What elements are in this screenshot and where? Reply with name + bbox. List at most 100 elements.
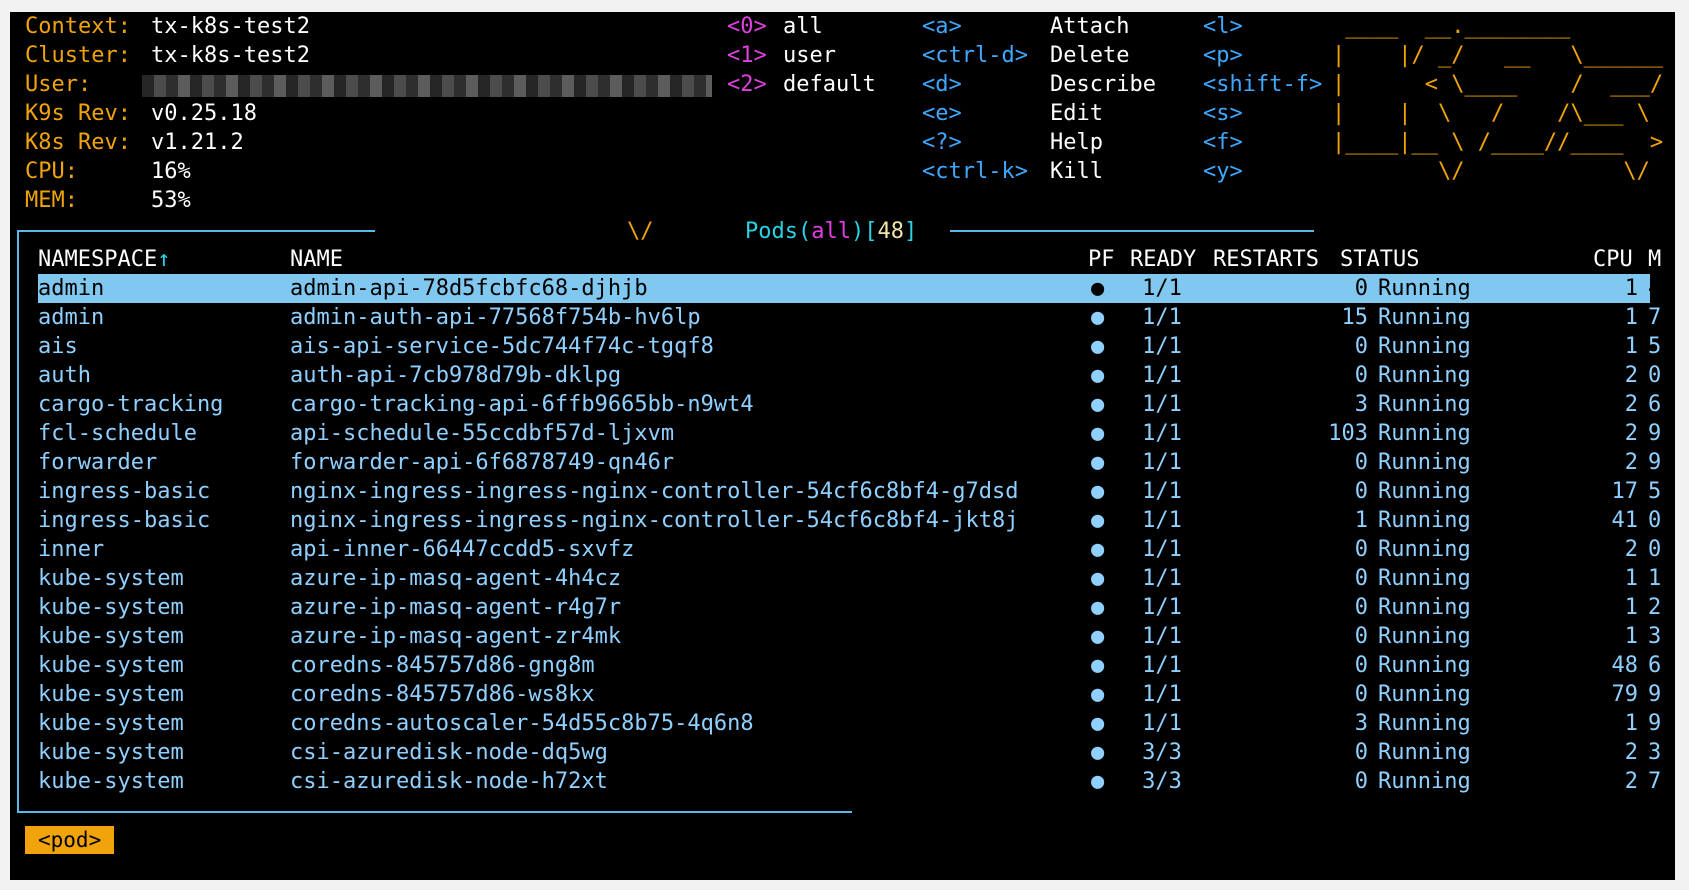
- pod-port-forward-indicator: ●: [1091, 711, 1105, 736]
- mem-label: MEM:: [25, 188, 78, 213]
- table-row[interactable]: fcl-schedule api-schedule-55ccdbf57d-ljxv…: [38, 419, 1661, 448]
- shortcut-key-edit[interactable]: <e>: [922, 99, 962, 128]
- column-ready[interactable]: READY: [1130, 245, 1196, 274]
- ns-key-1[interactable]: <1>: [727, 41, 767, 70]
- pod-status: Running: [1378, 305, 1471, 330]
- column-namespace[interactable]: NAMESPACE↑: [38, 245, 170, 274]
- table-row[interactable]: kube-system azure-ip-masq-agent-r4g7r ● 1/1…: [38, 593, 1661, 622]
- pod-ready: 1/1: [1142, 363, 1182, 388]
- pod-cpu: 2: [1624, 392, 1638, 417]
- pod-restarts: 103: [1328, 421, 1368, 446]
- table-row[interactable]: inner api-inner-66447ccdd5-sxvfz ● 1/1 0 Runn…: [38, 535, 1661, 564]
- mem-value: 53%: [151, 188, 191, 213]
- shortcut-label-kill[interactable]: Kill: [1050, 157, 1103, 186]
- pod-namespace: admin: [38, 276, 105, 301]
- pod-status: Running: [1378, 740, 1471, 765]
- shortcut-key-help[interactable]: <?>: [922, 128, 962, 157]
- table-row[interactable]: kube-system csi-azuredisk-node-h72xt ● 3/3 0…: [38, 767, 1661, 796]
- table-row[interactable]: admin admin-auth-api-77568f754b-hv6lp ● 1/1…: [38, 303, 1661, 332]
- pod-restarts: 0: [1354, 537, 1368, 562]
- ns-label-user[interactable]: user: [783, 41, 836, 70]
- frame-bottom: [17, 811, 852, 813]
- shortcut-label-edit[interactable]: Edit: [1050, 99, 1103, 128]
- window-frame-top: [0, 0, 1689, 12]
- pod-name: azure-ip-masq-agent-r4g7r: [290, 595, 622, 620]
- pod-status: Running: [1378, 682, 1471, 707]
- pod-ready: 1/1: [1142, 334, 1182, 359]
- pod-restarts: 3: [1354, 392, 1368, 417]
- pod-cpu: 2: [1624, 769, 1638, 794]
- view-title: Pods(all)[48]: [745, 217, 917, 246]
- pod-cpu: 1: [1624, 595, 1638, 620]
- table-row[interactable]: kube-system coredns-845757d86-gng8m ● 1/1 0 R…: [38, 651, 1661, 680]
- ns-key-2[interactable]: <2>: [727, 70, 767, 99]
- shortcut-label-describe[interactable]: Describe: [1050, 70, 1156, 99]
- shortcut-key-delete[interactable]: <ctrl-d>: [922, 41, 1028, 70]
- window-frame-bottom: [0, 880, 1689, 890]
- table-row[interactable]: kube-system azure-ip-masq-agent-zr4mk ● 1/1…: [38, 622, 1661, 651]
- shortcut-label-help[interactable]: Help: [1050, 128, 1103, 157]
- table-row[interactable]: ais ais-api-service-5dc744f74c-tgqf8 ● 1/1 0…: [38, 332, 1661, 361]
- pod-port-forward-indicator: ●: [1091, 566, 1105, 591]
- shortcut-label-delete[interactable]: Delete: [1050, 41, 1129, 70]
- frame-left: [17, 230, 19, 813]
- table-row[interactable]: auth auth-api-7cb978d79b-dklpg ● 1/1 0 Runnin…: [38, 361, 1661, 390]
- ns-label-default[interactable]: default: [783, 70, 876, 99]
- shortcut-key-port-forward[interactable]: <shift-f>: [1203, 70, 1322, 99]
- logo-line-3: | < \____ / ___/: [1332, 72, 1664, 97]
- pod-name: admin-api-78d5fcbfc68-djhjb: [290, 276, 648, 301]
- table-row[interactable]: admin admin-api-78d5fcbfc68-djhjb ● 1/1 0 Run…: [38, 274, 1661, 303]
- pod-cpu: 1: [1624, 711, 1638, 736]
- table-row[interactable]: kube-system coredns-845757d86-ws8kx ● 1/1 0 R…: [38, 680, 1661, 709]
- shortcut-key-prev-logs[interactable]: <p>: [1203, 41, 1243, 70]
- column-cpu[interactable]: CPU: [1593, 245, 1633, 274]
- pod-cpu: 2: [1624, 740, 1638, 765]
- pod-ready: 1/1: [1142, 537, 1182, 562]
- view-count: 48: [877, 219, 904, 244]
- window-frame-right: [1675, 0, 1689, 890]
- ns-label-all[interactable]: all: [783, 12, 823, 41]
- shortcut-key-describe[interactable]: <d>: [922, 70, 962, 99]
- cluster-value: tx-k8s-test2: [151, 43, 310, 68]
- k9s-rev-value: v0.25.18: [151, 101, 257, 126]
- pod-ready: 1/1: [1142, 508, 1182, 533]
- shortcut-label-attach[interactable]: Attach: [1050, 12, 1129, 41]
- shortcut-key-attach[interactable]: <a>: [922, 12, 962, 41]
- scroll-down-icon: \/: [627, 219, 654, 244]
- table-row[interactable]: ingress-basic nginx-ingress-ingress-nginx…: [38, 477, 1661, 506]
- cpu-label: CPU:: [25, 159, 78, 184]
- table-row[interactable]: kube-system csi-azuredisk-node-dq5wg ● 3/3 0…: [38, 738, 1661, 767]
- breadcrumb-pod[interactable]: <pod>: [25, 826, 115, 854]
- pod-status: Running: [1378, 508, 1471, 533]
- shortcut-key-shell[interactable]: <s>: [1203, 99, 1243, 128]
- pod-mem: 6: [1648, 392, 1662, 417]
- column-mem[interactable]: M: [1648, 245, 1661, 274]
- table-row[interactable]: cargo-tracking cargo-tracking-api-6ffb966…: [38, 390, 1661, 419]
- column-pf[interactable]: PF: [1088, 245, 1115, 274]
- shortcut-key-logs[interactable]: <l>: [1203, 12, 1243, 41]
- table-row[interactable]: forwarder forwarder-api-6f6878749-qn46r ● 1…: [38, 448, 1661, 477]
- table-row[interactable]: kube-system coredns-autoscaler-54d55c8b75…: [38, 709, 1661, 738]
- column-restarts[interactable]: RESTARTS: [1213, 245, 1319, 274]
- pod-namespace: kube-system: [38, 711, 184, 736]
- pod-restarts: 0: [1354, 566, 1368, 591]
- pod-namespace: ingress-basic: [38, 508, 211, 533]
- pod-name: ais-api-service-5dc744f74c-tgqf8: [290, 334, 714, 359]
- column-name[interactable]: NAME: [290, 245, 343, 274]
- ns-key-0[interactable]: <0>: [727, 12, 767, 41]
- cpu-value: 16%: [151, 159, 191, 184]
- table-row[interactable]: kube-system azure-ip-masq-agent-4h4cz ● 1/1…: [38, 564, 1661, 593]
- pod-name: coredns-845757d86-gng8m: [290, 653, 595, 678]
- pod-mem: 3: [1648, 624, 1662, 649]
- pod-port-forward-indicator: ●: [1091, 740, 1105, 765]
- shortcut-key-yaml[interactable]: <y>: [1203, 157, 1243, 186]
- frame-top-left: [17, 230, 375, 232]
- table-row[interactable]: ingress-basic nginx-ingress-ingress-nginx…: [38, 506, 1661, 535]
- column-status[interactable]: STATUS: [1340, 245, 1419, 274]
- shortcut-key-kill[interactable]: <ctrl-k>: [922, 157, 1028, 186]
- pod-status: Running: [1378, 711, 1471, 736]
- pod-cpu: 2: [1624, 537, 1638, 562]
- shortcut-key-show-port-forward[interactable]: <f>: [1203, 128, 1243, 157]
- pod-restarts: 0: [1354, 363, 1368, 388]
- k8s-rev-label: K8s Rev:: [25, 130, 131, 155]
